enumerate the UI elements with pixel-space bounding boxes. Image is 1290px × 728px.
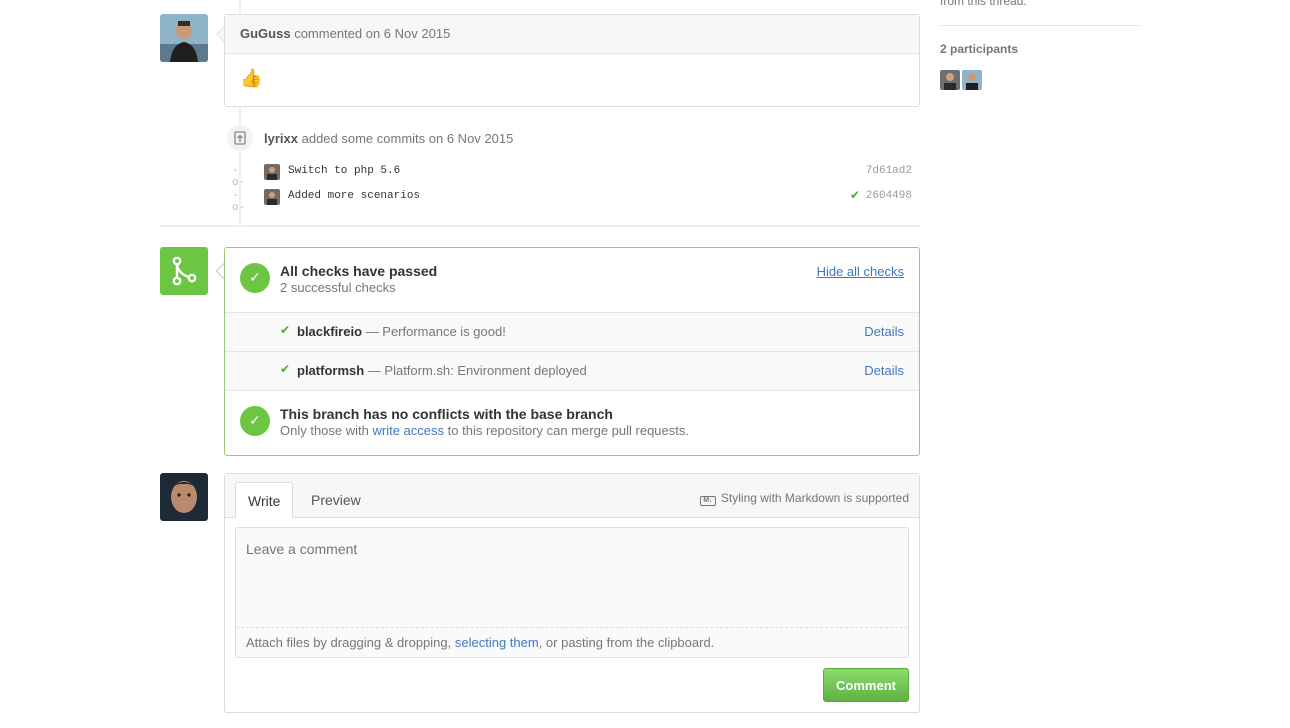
comment-textarea[interactable] [236,528,908,627]
commit-row: -o- Switch to php 5.6 7d61ad2 [232,163,912,189]
new-comment-form: Write Preview M↓ Styling with Markdown is… [224,473,920,713]
comment-meta[interactable]: commented on 6 Nov 2015 [294,26,450,41]
timeline-divider [160,225,920,227]
checks-title: All checks have passed [280,263,438,279]
commit-event-description: added some commits on 6 Nov 2015 [301,131,514,146]
check-icon: ✔ [280,362,291,376]
tab-preview[interactable]: Preview [299,482,373,518]
status-description: — Performance is good! [365,324,506,339]
conflicts-text-post: to this repository can merge pull reques… [447,423,689,438]
commit-sha[interactable]: 7d61ad2 [866,165,912,177]
git-merge-icon [160,247,208,295]
check-icon: ✔ [280,323,291,337]
commit-message[interactable]: Added more scenarios [288,190,420,202]
status-row: ✔ platformsh — Platform.sh: Environment … [225,351,919,390]
status-context-name: platformsh [297,363,365,378]
select-files-link[interactable]: selecting them [455,635,539,650]
comment-body: 👍 [225,54,919,103]
avatar[interactable] [160,14,208,62]
repo-push-icon [227,125,253,151]
sidebar-notification-text: from this thread. [940,0,1027,8]
form-tabs: Write Preview M↓ Styling with Markdown is… [225,474,919,518]
write-access-link[interactable]: write access [373,423,445,438]
attach-text-post: , or pasting from the clipboard. [538,635,715,650]
participant-avatar[interactable] [962,70,982,90]
status-context: blackfireio — Performance is good! [297,324,506,339]
avatar[interactable] [160,473,208,521]
conflicts-text-pre: Only those with [280,423,369,438]
markdown-note[interactable]: M↓ Styling with Markdown is supported [699,491,909,506]
comment-header: GuGuss commented on 6 Nov 2015 [225,15,919,54]
comment-author[interactable]: GuGuss [240,26,291,41]
commit-message[interactable]: Switch to php 5.6 [288,165,400,177]
attach-note: Attach files by dragging & dropping, sel… [236,627,908,657]
avatar[interactable] [264,164,280,180]
comment-caret [216,26,224,42]
tab-write[interactable]: Write [235,482,294,518]
status-context: platformsh — Platform.sh: Environment de… [297,363,587,378]
commit-event-text: lyrixx added some commits on 6 Nov 2015 [264,131,513,146]
hide-checks-link[interactable]: Hide all checks [817,264,904,279]
status-context-name: blackfireio [297,324,363,339]
thumbs-up-reaction: 👍 [240,68,263,88]
commit-event-author[interactable]: lyrixx [264,131,298,146]
divider [225,390,919,391]
sidebar-divider [940,25,1140,26]
commit-row: -o- Added more scenarios ✔ 2604498 [232,188,912,214]
comment-textarea-wrap: Attach files by dragging & dropping, sel… [235,527,909,658]
check-circle-icon: ✓ [240,406,270,436]
status-details-link[interactable]: Details [864,324,904,339]
check-icon[interactable]: ✔ [850,188,860,202]
commit-sha[interactable]: 2604498 [866,190,912,202]
conflicts-title: This branch has no conflicts with the ba… [280,406,613,422]
markdown-note-text: Styling with Markdown is supported [720,491,909,505]
attach-text-pre: Attach files by dragging & dropping, [246,635,452,650]
merge-caret [216,263,224,279]
status-row: ✔ blackfireio — Performance is good! Det… [225,312,919,351]
commit-dot-icon: -o- [232,165,246,189]
commit-dot-icon: -o- [232,190,246,214]
comment-submit-button[interactable]: Comment [823,668,909,702]
participants-heading: 2 participants [940,42,1019,56]
conflicts-subtitle: Only those with write access to this rep… [280,423,689,438]
comment: GuGuss commented on 6 Nov 2015 👍 [224,14,920,107]
merge-status-box: ✓ All checks have passed 2 successful ch… [224,247,920,456]
status-details-link[interactable]: Details [864,363,904,378]
checks-subtitle: 2 successful checks [280,280,396,295]
markdown-icon: M↓ [699,496,716,506]
check-circle-icon: ✓ [240,263,270,293]
participant-avatar[interactable] [940,70,960,90]
status-description: — Platform.sh: Environment deployed [367,363,587,378]
avatar[interactable] [264,189,280,205]
